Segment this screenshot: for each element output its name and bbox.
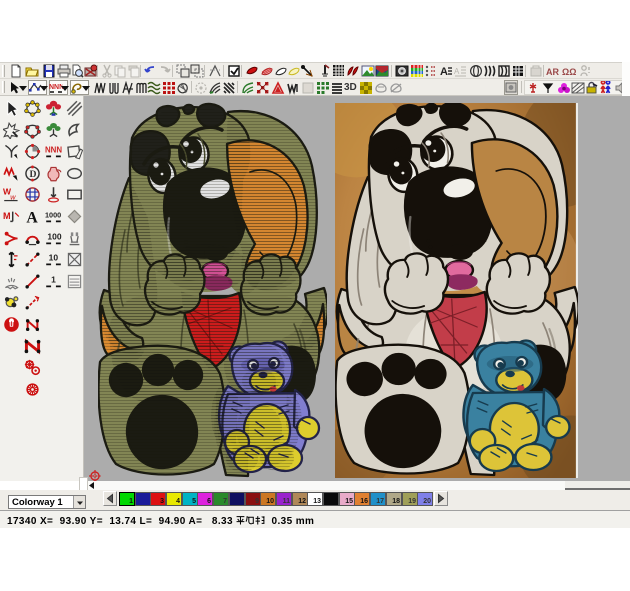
svg-text:A: A: [454, 67, 460, 76]
svg-text:A: A: [26, 210, 38, 225]
svg-text:AR: AR: [546, 67, 559, 77]
svg-text:1000: 1000: [45, 211, 61, 220]
svg-text:A: A: [440, 66, 448, 78]
svg-text:M: M: [3, 211, 11, 221]
svg-text:10: 10: [49, 253, 59, 263]
svg-text:1: 1: [51, 275, 56, 285]
svg-text:NNN: NNN: [45, 146, 62, 155]
svg-text:100: 100: [47, 232, 61, 242]
svg-text:D: D: [29, 169, 36, 180]
svg-text:ΩΩ: ΩΩ: [562, 67, 576, 77]
